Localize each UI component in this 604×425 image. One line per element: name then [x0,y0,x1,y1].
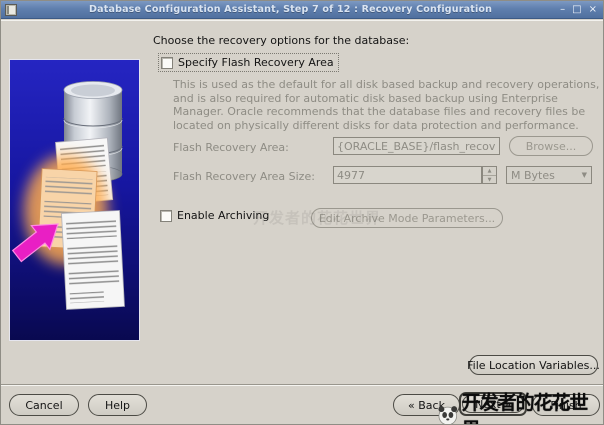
size-unit-value: M Bytes [511,168,555,182]
checkbox-unchecked-icon[interactable] [161,56,173,69]
maximize-icon[interactable]: □ [572,4,581,15]
edit-archive-mode-button[interactable]: Edit Archive Mode Parameters... [311,208,503,228]
sidebar-illustration [9,59,140,341]
next-button[interactable]: Next » [462,395,524,413]
checkbox-unchecked-icon[interactable] [160,209,172,222]
flash-recovery-description: This is used as the default for all disk… [173,78,600,132]
window-controls: – □ × [560,4,599,15]
spinner-down-icon[interactable]: ▼ [483,176,496,184]
specify-flash-recovery-label: Specify Flash Recovery Area [178,56,334,69]
flash-recovery-area-input[interactable] [333,137,500,155]
size-unit-dropdown[interactable]: M Bytes ▼ [506,166,592,184]
page-heading: Choose the recovery options for the data… [153,34,410,47]
spinner-up-icon[interactable]: ▲ [483,167,496,176]
titlebar-highlight [1,20,603,21]
dbca-window: Database Configuration Assistant, Step 7… [0,0,604,425]
enable-archiving-label: Enable Archiving [177,209,270,222]
next-button-default-frame: Next » [459,392,527,416]
footer-separator [1,384,603,386]
titlebar: Database Configuration Assistant, Step 7… [1,1,603,19]
flash-recovery-size-input[interactable] [333,166,482,184]
finish-button[interactable]: Finish [532,394,600,416]
file-location-variables-button[interactable]: File Location Variables... [467,355,600,375]
close-icon[interactable]: × [589,4,597,15]
help-button[interactable]: Help [88,394,147,416]
minimize-icon[interactable]: – [560,4,565,15]
window-icon [5,3,17,16]
database-recovery-graphic [10,60,139,340]
flash-recovery-area-label: Flash Recovery Area: [173,141,289,154]
document-sheet-front [61,210,125,310]
chevron-down-icon: ▼ [581,171,587,179]
flash-recovery-size-label: Flash Recovery Area Size: [173,170,315,183]
enable-archiving-checkbox-row[interactable]: Enable Archiving [160,209,269,222]
window-title: Database Configuration Assistant, Step 7… [89,4,493,15]
cancel-button[interactable]: Cancel [9,394,79,416]
browse-button[interactable]: Browse... [509,136,593,156]
size-spinner[interactable]: ▲ ▼ [482,166,497,184]
specify-flash-recovery-checkbox-row[interactable]: Specify Flash Recovery Area [158,53,339,72]
back-button[interactable]: « Back [393,394,460,416]
